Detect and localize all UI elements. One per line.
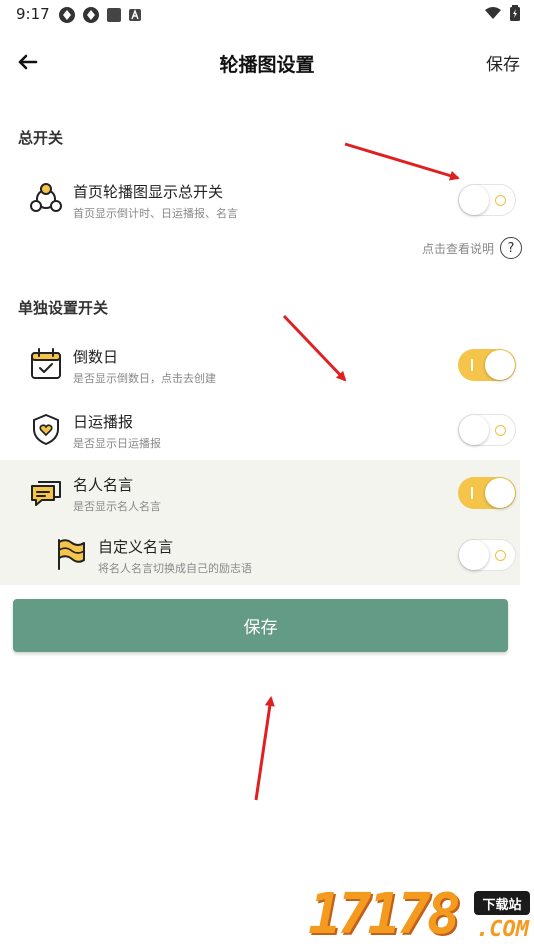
toggle-on-indicator bbox=[471, 359, 473, 371]
toggle-famous-quotes[interactable] bbox=[458, 477, 516, 509]
setting-row-famous-quotes: 名人名言 是否显示名人名言 bbox=[0, 460, 520, 524]
wifi-icon bbox=[485, 7, 501, 19]
setting-row-daily-fortune: 日运播报 是否显示日运播报 bbox=[0, 397, 520, 461]
section-title-individual: 单独设置开关 bbox=[18, 299, 109, 317]
save-button[interactable]: 保存 bbox=[13, 599, 508, 652]
question-icon: ? bbox=[500, 237, 522, 259]
toggle-countdown[interactable] bbox=[458, 349, 516, 381]
setting-subtitle-daily-fortune: 是否显示日运播报 bbox=[73, 437, 161, 450]
toggle-knob bbox=[459, 185, 489, 215]
help-text: 点击查看说明 bbox=[421, 241, 494, 256]
a-icon bbox=[129, 9, 141, 21]
battery-icon bbox=[510, 5, 520, 21]
watermark-suffix: .COM bbox=[476, 917, 529, 942]
setting-title-countdown: 倒数日 bbox=[73, 348, 119, 366]
setting-row-countdown: 倒数日 是否显示倒数日，点击去创建 bbox=[0, 332, 520, 396]
watermark-digits: 17178 bbox=[308, 882, 461, 947]
toggle-knob bbox=[459, 415, 489, 445]
toggle-knob bbox=[459, 540, 489, 570]
setting-title-custom-quotes: 自定义名言 bbox=[98, 538, 174, 556]
toggle-knob bbox=[485, 350, 515, 380]
master-switch-subtitle: 首页显示倒计时、日运播报、名言 bbox=[73, 207, 238, 220]
watermark-badge: 下载站 bbox=[474, 891, 530, 915]
toggle-off-indicator bbox=[495, 425, 506, 436]
system-icons bbox=[484, 5, 520, 21]
toggle-daily-fortune[interactable] bbox=[458, 414, 516, 446]
page-title: 轮播图设置 bbox=[219, 54, 315, 76]
app-bar: 轮播图设置 保存 bbox=[0, 40, 534, 84]
app-square-icon bbox=[107, 8, 121, 22]
toggle-off-indicator bbox=[495, 195, 506, 206]
top-save-button[interactable]: 保存 bbox=[486, 50, 520, 75]
app-notification-icon bbox=[59, 7, 75, 23]
status-bar: 9:17 bbox=[0, 0, 534, 28]
help-link[interactable]: 点击查看说明 ? bbox=[422, 237, 522, 259]
app-notification-icon-2 bbox=[83, 7, 99, 23]
setting-row-custom-quotes: 自定义名言 将名人名言切换成自己的励志语 bbox=[0, 522, 520, 585]
chat-bubbles-icon bbox=[31, 481, 61, 506]
setting-title-daily-fortune: 日运播报 bbox=[73, 413, 134, 431]
arrow-to-save-button bbox=[254, 696, 275, 801]
site-watermark: 17178 下载站 .COM bbox=[308, 885, 534, 950]
setting-subtitle-custom-quotes: 将名人名言切换成自己的励志语 bbox=[98, 562, 252, 575]
master-switch-row: 首页轮播图显示总开关 首页显示倒计时、日运播报、名言 bbox=[0, 167, 520, 231]
network-nodes-icon bbox=[30, 183, 62, 212]
setting-subtitle-countdown: 是否显示倒数日，点击去创建 bbox=[73, 372, 216, 385]
flag-icon bbox=[58, 539, 85, 570]
calendar-icon bbox=[31, 348, 61, 379]
master-switch-toggle[interactable] bbox=[458, 184, 516, 216]
setting-title-famous-quotes: 名人名言 bbox=[73, 476, 134, 494]
setting-subtitle-famous-quotes: 是否显示名人名言 bbox=[73, 500, 161, 513]
toggle-custom-quotes[interactable] bbox=[458, 539, 516, 571]
master-switch-title: 首页轮播图显示总开关 bbox=[73, 183, 224, 201]
notification-icons bbox=[58, 6, 142, 24]
toggle-on-indicator bbox=[471, 487, 473, 499]
shield-heart-icon bbox=[33, 414, 59, 445]
toggle-knob bbox=[485, 478, 515, 508]
status-time: 9:17 bbox=[16, 5, 50, 23]
section-title-master: 总开关 bbox=[18, 129, 64, 147]
toggle-off-indicator bbox=[495, 550, 506, 561]
